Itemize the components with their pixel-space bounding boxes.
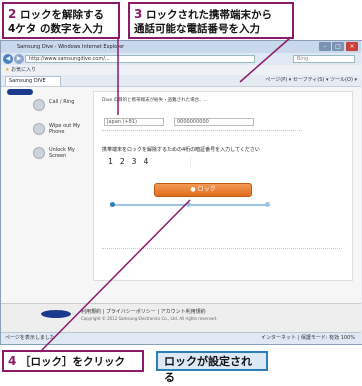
- lock-button[interactable]: ● ロック: [154, 183, 252, 197]
- wipe-icon: [33, 123, 45, 135]
- address-bar: ◀ ▶ http://www.samsungdive.com/... Bing: [1, 53, 361, 65]
- sidebar-item-call[interactable]: Call / Ring: [33, 97, 83, 119]
- lock-panel: Dive の目的と携帯端末が紛失・盗難された場合、... Japan (+81)…: [93, 91, 353, 281]
- step2-number: 2: [8, 7, 17, 21]
- page-footer: 利用規約 | プライバシーポリシー | アカウント利用規約 Copyright …: [1, 303, 361, 334]
- search-input[interactable]: Bing: [293, 55, 355, 63]
- forward-button[interactable]: ▶: [14, 54, 24, 64]
- sidebar-item-label: Call / Ring: [49, 99, 75, 105]
- step3-text2: 通話可能な電話番号を入力: [134, 23, 260, 35]
- result-badge: ロックが設定される: [156, 351, 268, 384]
- status-text: ページを表示しました: [5, 335, 55, 341]
- phone-icon: [33, 99, 45, 111]
- web-page: Call / Ring Wipe out My Phone Unlock My …: [1, 87, 361, 334]
- lock-button-label: ロック: [197, 186, 216, 193]
- url-input[interactable]: http://www.samsungdive.com/...: [25, 55, 255, 63]
- step2-callout: 2 ロックを解除する 4ケタ の数字を入力: [2, 2, 120, 39]
- intro-text: Dive の目的と携帯端末が紛失・盗難された場合、...: [102, 98, 208, 103]
- country-select[interactable]: Japan (+81): [104, 118, 164, 126]
- unlock-icon: [33, 147, 45, 159]
- pin-input[interactable]: 1234: [108, 157, 155, 166]
- samsung-logo: [41, 310, 71, 318]
- progress-track: [110, 202, 270, 207]
- minimize-button[interactable]: –: [319, 42, 331, 51]
- status-bar: ページを表示しました インターネット | 保護モード: 有効 100%: [1, 332, 361, 344]
- phone-number-input[interactable]: 0000000000: [174, 118, 254, 126]
- title-bar: Samsung Dive - Windows Internet Explorer…: [1, 41, 361, 53]
- step4-number: 4: [8, 354, 17, 368]
- window-title: Samsung Dive - Windows Internet Explorer: [17, 44, 125, 50]
- zoom-level[interactable]: 100%: [341, 335, 355, 341]
- zone-text: インターネット | 保護モード: 有効: [260, 335, 340, 341]
- step3-callout: 3 ロックされた携帯端末から 通話可能な電話番号を入力: [128, 2, 294, 39]
- unlock-pin-title: 携帯端末をロックを解除するための4桁の暗証番号を入力してください: [102, 147, 260, 153]
- favorites-star-icon[interactable]: ★: [5, 67, 9, 73]
- progress-dot: [110, 202, 115, 207]
- favorites-bar: ★ お気に入り: [1, 65, 361, 75]
- samsung-dive-logo: [7, 89, 33, 95]
- progress-dot: [186, 202, 191, 207]
- lock-icon: ●: [190, 186, 196, 193]
- step3-number: 3: [134, 7, 143, 21]
- progress-dot: [265, 202, 270, 207]
- step2-text: ロックを解除する: [20, 9, 105, 21]
- footer-links[interactable]: 利用規約 | プライバシーポリシー | アカウント利用規約: [81, 308, 206, 315]
- sidebar-item-wipe[interactable]: Wipe out My Phone: [33, 121, 83, 143]
- pin-note: [190, 156, 331, 168]
- sidebar-item-label: Wipe out My Phone: [49, 123, 81, 135]
- step4-callout: 4 ［ロック］をクリック: [2, 350, 144, 372]
- close-button[interactable]: ×: [346, 42, 358, 51]
- maximize-button[interactable]: □: [332, 42, 344, 51]
- browser-window: Samsung Dive - Windows Internet Explorer…: [0, 40, 362, 345]
- step4-text: ［ロック］をクリック: [20, 356, 126, 368]
- zone-and-zoom: インターネット | 保護モード: 有効 100%: [261, 333, 355, 343]
- copyright-text: Copyright © 2012 Samsung Electronics Co.…: [81, 316, 218, 321]
- tab-bar: Samsung DIVE ページ(P) ▾ セーフティ(S) ▾ ツール(O) …: [1, 75, 361, 87]
- notice-box: [102, 248, 342, 273]
- sidebar-item-label: Unlock My Screen: [49, 147, 75, 159]
- step3-text: ロックされた携帯端末から: [146, 9, 273, 21]
- hint-line-1: [102, 130, 302, 141]
- sidebar-item-unlock[interactable]: Unlock My Screen: [33, 145, 83, 167]
- back-button[interactable]: ◀: [3, 54, 13, 64]
- tab-samsung-dive[interactable]: Samsung DIVE: [5, 76, 61, 86]
- favorites-label[interactable]: お気に入り: [11, 67, 36, 73]
- step2-text2: 4ケタ の数字を入力: [8, 23, 103, 35]
- command-bar[interactable]: ページ(P) ▾ セーフティ(S) ▾ ツール(O) ▾: [265, 76, 357, 85]
